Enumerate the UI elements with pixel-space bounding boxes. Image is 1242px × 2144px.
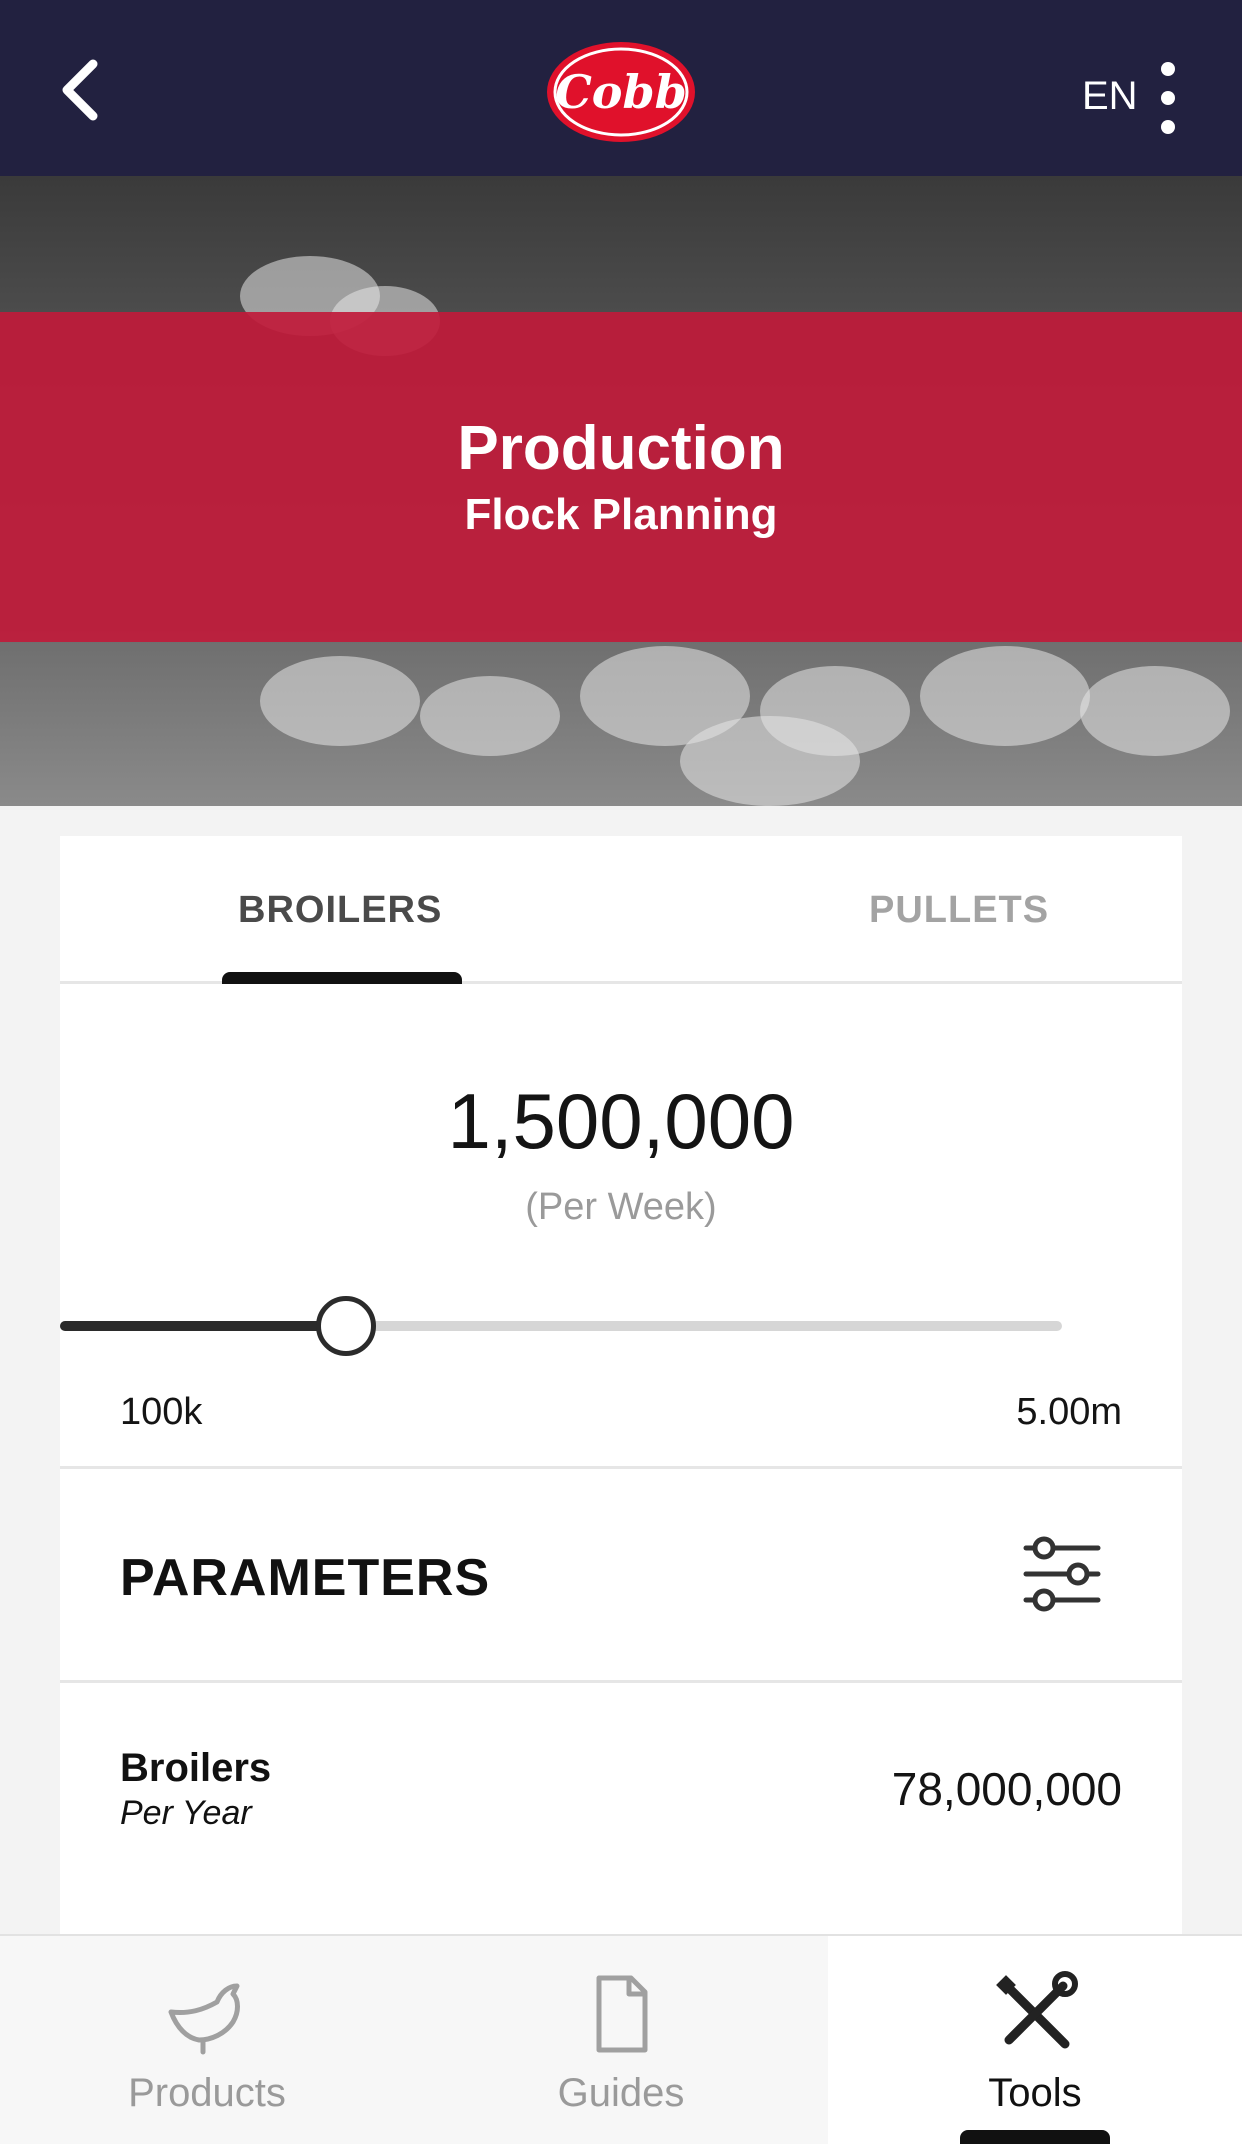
tab-bar: BROILERS PULLETS — [60, 836, 1182, 984]
more-options-button[interactable] — [1148, 58, 1188, 138]
divider — [60, 1466, 1182, 1469]
more-dot — [1161, 91, 1175, 105]
quantity-value: 1,500,000 — [447, 1077, 795, 1165]
tab-broilers[interactable]: BROILERS — [60, 836, 621, 984]
top-bar: Cobb EN — [0, 0, 1242, 176]
divider — [60, 1680, 1182, 1683]
hero-photo-detail — [1080, 666, 1230, 756]
more-vertical-icon — [1161, 62, 1175, 76]
bird-icon — [168, 1983, 240, 2055]
hero-photo-detail — [420, 676, 560, 756]
page-subtitle: Flock Planning — [464, 490, 778, 539]
nav-guides-label: Guides — [557, 2071, 685, 2115]
nav-guides[interactable]: Guides — [414, 1936, 828, 2144]
slider-thumb[interactable] — [316, 1296, 377, 1356]
chevron-left-icon — [62, 59, 98, 121]
result-value: 78,000,000 — [891, 1763, 1122, 1815]
result-label: Broilers — [120, 1746, 272, 1790]
hero-title-band: Production Flock Planning — [0, 312, 1242, 642]
result-sublabel: Per Year — [120, 1794, 252, 1832]
parameters-heading: PARAMETERS — [120, 1549, 491, 1607]
hero-photo-detail — [260, 656, 420, 746]
document-icon — [596, 1975, 648, 2053]
more-dot — [1161, 120, 1175, 134]
bottom-navigation: Products Guides Tools — [0, 1934, 1242, 2144]
slider-fill — [60, 1321, 347, 1331]
slider-max-label: 5.00m — [1016, 1391, 1122, 1433]
quantity-slider[interactable] — [60, 1296, 1062, 1356]
hero-photo-detail — [680, 716, 860, 806]
hero-photo-detail — [920, 646, 1090, 746]
nav-tools-label: Tools — [988, 2071, 1082, 2115]
page-title: Production — [457, 414, 785, 483]
cobb-logo: Cobb — [545, 40, 697, 144]
nav-tools[interactable]: Tools — [828, 1936, 1242, 2144]
slider-min-label: 100k — [120, 1391, 203, 1433]
active-tab-indicator — [222, 972, 462, 984]
active-nav-indicator — [960, 2130, 1110, 2144]
nav-products[interactable]: Products — [0, 1936, 414, 2144]
hero-banner: Production Flock Planning — [0, 176, 1242, 806]
language-selector[interactable]: EN — [1082, 70, 1138, 122]
svg-text:Cobb: Cobb — [555, 65, 687, 119]
tools-icon — [996, 1971, 1078, 2049]
quantity-unit: (Per Week) — [525, 1186, 717, 1228]
back-button[interactable] — [44, 50, 114, 130]
nav-products-label: Products — [128, 2071, 286, 2115]
tab-pullets[interactable]: PULLETS — [621, 836, 1182, 984]
sliders-icon[interactable] — [1020, 1532, 1104, 1616]
